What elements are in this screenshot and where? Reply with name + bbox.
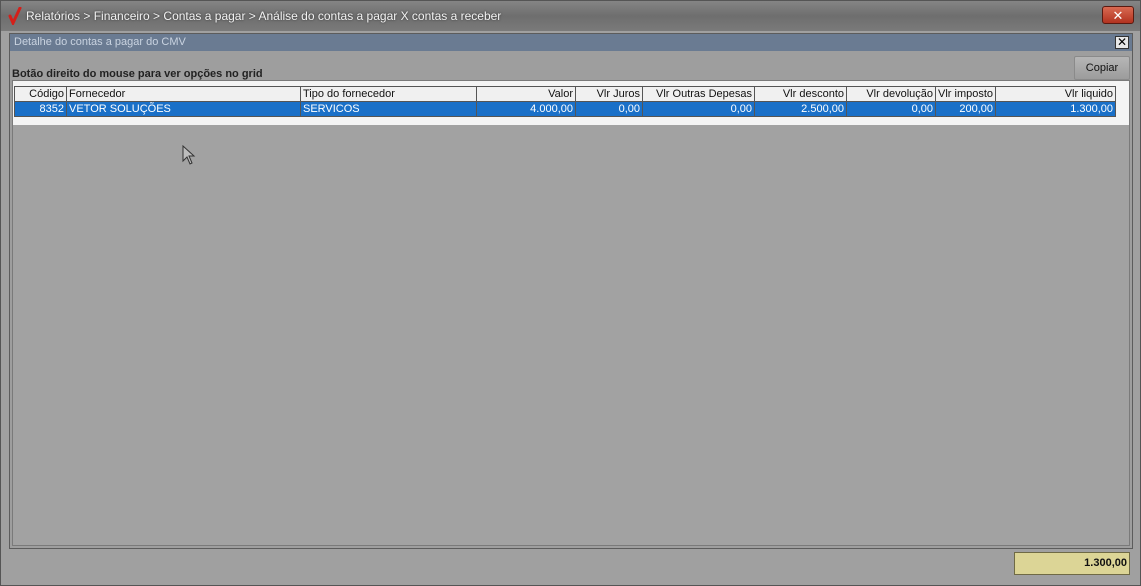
column-header-fornecedor[interactable]: Fornecedor	[66, 86, 301, 102]
cell-vlr-devolucao[interactable]: 0,00	[846, 101, 936, 117]
column-header-vlr-liquido[interactable]: Vlr liquido	[995, 86, 1117, 102]
column-header-valor[interactable]: Valor	[476, 86, 576, 102]
dialog-close-button[interactable]: ✕	[1115, 36, 1129, 49]
dialog-title-bar: Detalhe do contas a pagar do CMV ✕	[10, 34, 1132, 51]
mouse-pointer-icon	[182, 145, 196, 165]
cell-tipo-fornecedor[interactable]: SERVICOS	[300, 101, 477, 117]
column-header-codigo[interactable]: Código	[14, 86, 67, 102]
column-header-tipo-fornecedor[interactable]: Tipo do fornecedor	[300, 86, 477, 102]
red-check-icon	[8, 7, 22, 25]
cell-valor[interactable]: 4.000,00	[476, 101, 576, 117]
cell-vlr-desconto[interactable]: 2.500,00	[754, 101, 847, 117]
column-header-vlr-desconto[interactable]: Vlr desconto	[754, 86, 847, 102]
window-title: Relatórios > Financeiro > Contas a pagar…	[26, 9, 502, 23]
grid-hint-label: Botão direito do mouse para ver opções n…	[12, 68, 263, 80]
column-header-vlr-outras-despesas[interactable]: Vlr Outras Depesas	[642, 86, 755, 102]
cell-vlr-liquido[interactable]: 1.300,00	[995, 101, 1117, 117]
window-close-button[interactable]: ✕	[1102, 6, 1134, 24]
cell-vlr-imposto[interactable]: 200,00	[934, 101, 997, 117]
cell-vlr-outras-despesas[interactable]: 0,00	[642, 101, 755, 117]
detail-dialog: Detalhe do contas a pagar do CMV ✕ Botão…	[9, 33, 1133, 549]
cell-vlr-juros[interactable]: 0,00	[575, 101, 643, 117]
cell-codigo[interactable]: 8352	[14, 101, 67, 117]
data-grid[interactable]: Código Fornecedor Tipo do fornecedor Val…	[12, 80, 1130, 546]
copy-button[interactable]: Copiar	[1074, 56, 1130, 80]
grid-header-row: Código Fornecedor Tipo do fornecedor Val…	[14, 86, 1117, 102]
column-header-vlr-imposto[interactable]: Vlr imposto	[934, 86, 997, 102]
total-value-field: 1.300,00	[1014, 552, 1130, 575]
cell-fornecedor[interactable]: VETOR SOLUÇÕES	[66, 101, 301, 117]
dialog-title: Detalhe do contas a pagar do CMV	[14, 36, 186, 48]
table-row[interactable]: 8352 VETOR SOLUÇÕES SERVICOS 4.000,00 0,…	[14, 101, 1117, 117]
title-bar[interactable]: Relatórios > Financeiro > Contas a pagar…	[1, 1, 1140, 31]
main-window: Relatórios > Financeiro > Contas a pagar…	[0, 0, 1141, 586]
grid-table: Código Fornecedor Tipo do fornecedor Val…	[14, 86, 1117, 117]
column-header-vlr-devolucao[interactable]: Vlr devolução	[846, 86, 936, 102]
column-header-vlr-juros[interactable]: Vlr Juros	[575, 86, 643, 102]
